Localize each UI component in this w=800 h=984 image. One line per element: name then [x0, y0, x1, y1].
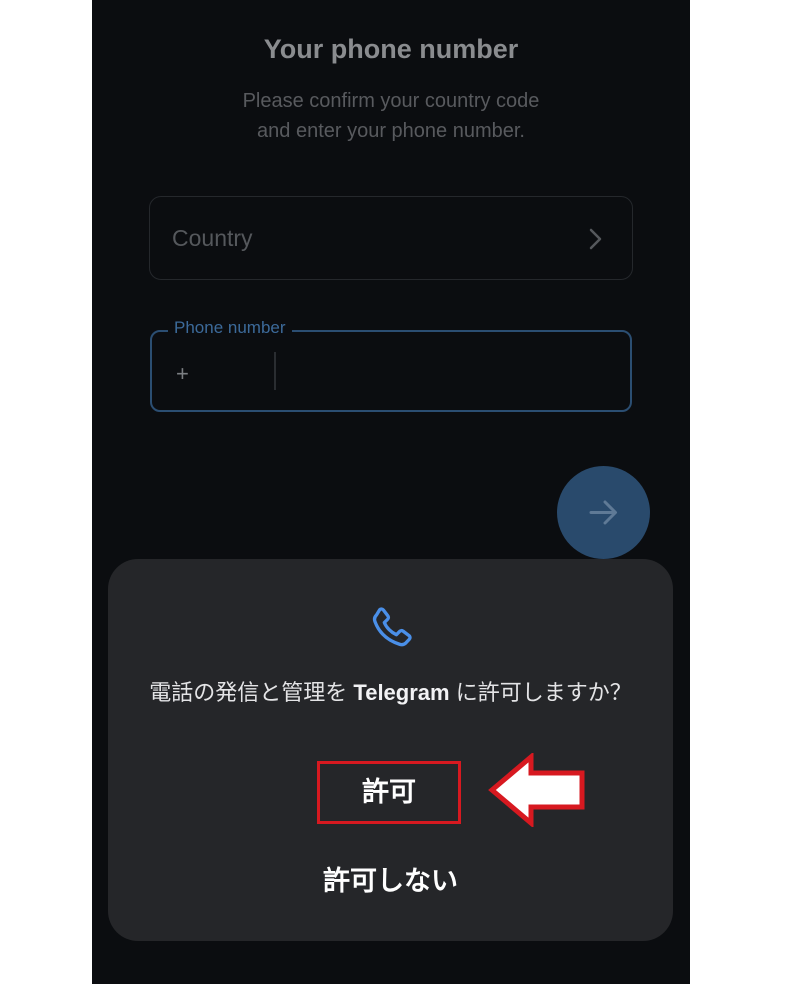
country-placeholder: Country [172, 225, 253, 251]
permission-dialog: 電話の発信と管理を Telegram に許可しますか？ 許可 許可しない [108, 559, 673, 941]
page-title: Your phone number [263, 34, 519, 64]
subtitle-line-1: Please confirm your country code [242, 90, 540, 112]
phone-call-icon [372, 607, 412, 647]
question-text-start: 電話の発信と管理を [149, 680, 348, 705]
subtitle-line-2: and enter your phone number. [257, 120, 525, 142]
country-code-prefix: + [176, 361, 189, 386]
field-divider [274, 352, 276, 390]
phone-number-label: Phone number [168, 318, 292, 338]
left-arrow-icon [488, 753, 585, 827]
page-subtitle: Please confirm your country code and ent… [92, 86, 690, 146]
app-name: Telegram [353, 680, 450, 705]
question-text-end: に許可しますか？ [455, 680, 632, 705]
arrow-right-icon [589, 500, 617, 525]
deny-button[interactable]: 許可しない [268, 861, 513, 901]
chevron-right-icon [589, 228, 602, 250]
next-button[interactable] [557, 466, 650, 559]
phone-number-input[interactable]: Phone number + [150, 318, 632, 412]
permission-question: 電話の発信と管理を Telegram に許可しますか？ [148, 677, 633, 708]
country-selector[interactable]: Country [149, 196, 633, 280]
allow-button[interactable]: 許可 [317, 761, 461, 824]
